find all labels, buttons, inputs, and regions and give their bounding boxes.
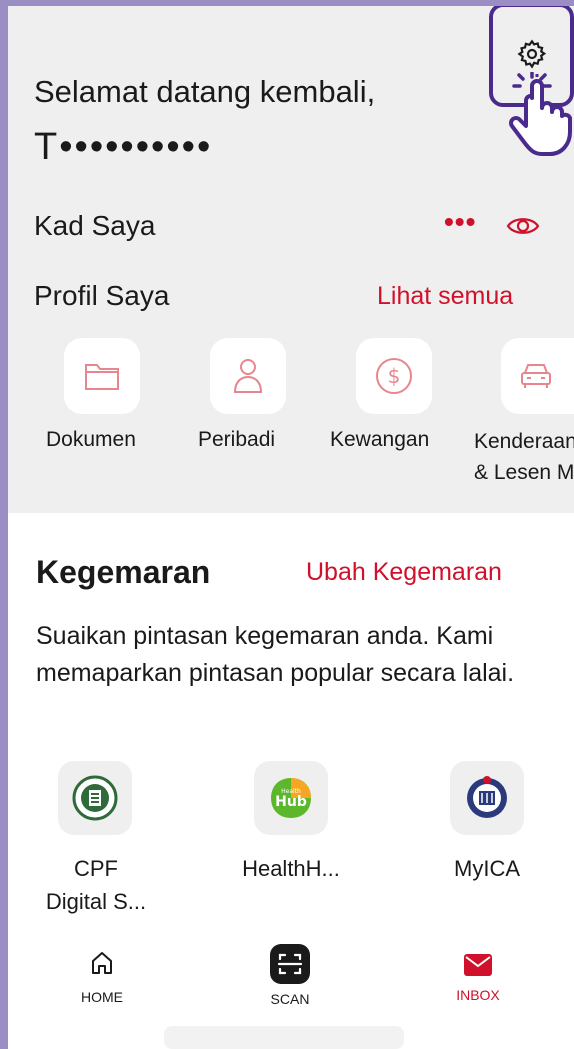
svg-text:$: $: [388, 364, 401, 388]
welcome-text: Selamat datang kembali,: [34, 74, 376, 109]
favourite-label-cpf: CPF Digital S...: [26, 852, 166, 918]
favourite-tile-cpf[interactable]: [58, 761, 132, 835]
person-icon: [233, 359, 263, 393]
profile-tile-vehicle[interactable]: [501, 338, 574, 414]
mail-icon: [464, 954, 492, 976]
nav-inbox-label: INBOX: [456, 987, 500, 1003]
favourites-description: Suaikan pintasan kegemaran anda. Kami me…: [36, 622, 515, 687]
gear-icon[interactable]: [516, 38, 548, 70]
profile-label-documents: Dokumen: [46, 428, 136, 451]
favourite-tile-myica[interactable]: [450, 761, 524, 835]
profile-label-finance: Kewangan: [330, 428, 430, 451]
nav-inbox[interactable]: INBOX: [428, 950, 528, 1003]
favourite-label-myica: MyICA: [454, 856, 520, 881]
nav-home-label: HOME: [81, 989, 123, 1005]
nav-scan[interactable]: SCAN: [240, 944, 340, 1007]
healthhub-logo-icon: Health Hub: [271, 778, 311, 818]
favourite-tile-healthhub[interactable]: Health Hub: [254, 761, 328, 835]
favourite-label-cpf-line1: CPF: [74, 856, 118, 881]
dollar-icon: $: [376, 358, 412, 394]
favourite-label-healthhub: HealthH...: [242, 856, 340, 881]
eye-icon[interactable]: [506, 214, 540, 238]
scan-icon: [270, 944, 310, 984]
cpf-logo-icon: [72, 775, 118, 821]
home-icon: [92, 952, 112, 974]
profile-label-vehicle: Kenderaan & Lesen M: [474, 426, 574, 488]
profile-label-vehicle-line2: & Lesen M: [474, 461, 574, 484]
ica-logo-icon: [467, 776, 507, 818]
folder-icon: [85, 364, 119, 390]
nav-scan-label: SCAN: [270, 991, 310, 1007]
profile-tile-documents[interactable]: [64, 338, 140, 414]
see-all-link[interactable]: Lihat semua: [377, 282, 513, 311]
more-options-button[interactable]: •••: [444, 206, 476, 238]
edit-favourites-link[interactable]: Ubah Kegemaran: [306, 558, 502, 587]
home-indicator: [164, 1026, 404, 1049]
favourite-label-cpf-line2: Digital S...: [45, 889, 147, 914]
car-icon: [520, 364, 551, 388]
tap-sparkle-icon: [512, 72, 552, 88]
profile-tile-finance[interactable]: $: [356, 338, 432, 414]
masked-username: T••••••••••: [34, 126, 213, 168]
favourites-title: Kegemaran: [36, 554, 211, 590]
nav-home[interactable]: HOME: [52, 950, 152, 1005]
my-cards-title: Kad Saya: [34, 210, 156, 241]
profile-label-vehicle-line1: Kenderaan: [474, 430, 574, 453]
profile-label-personal: Peribadi: [198, 428, 276, 451]
healthhub-logo-text: Hub: [275, 794, 307, 810]
my-profile-title: Profil Saya: [34, 280, 170, 311]
profile-tile-personal[interactable]: [210, 338, 286, 414]
